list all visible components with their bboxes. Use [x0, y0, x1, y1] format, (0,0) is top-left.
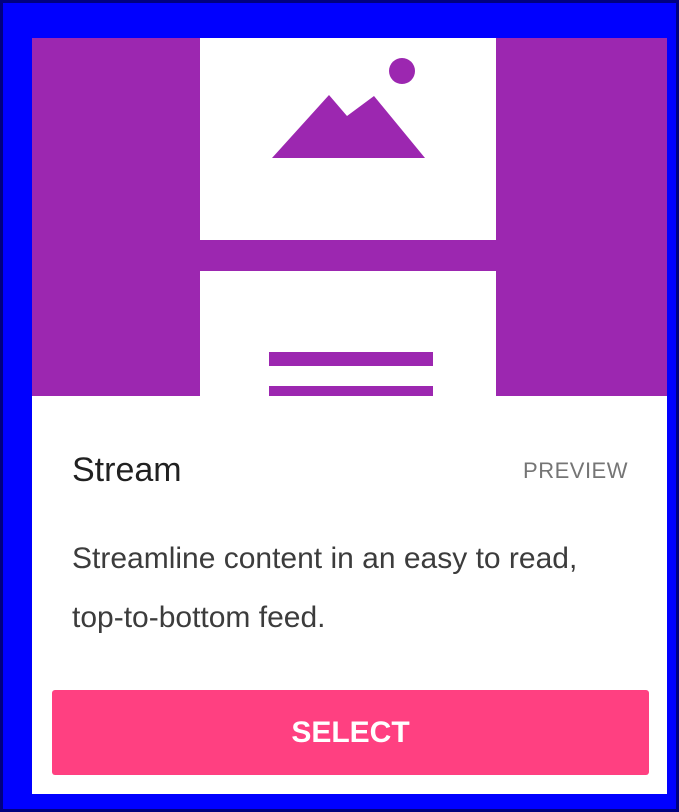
layout-card: Stream PREVIEW Streamline content in an … [32, 38, 667, 794]
screenshot-frame: Stream PREVIEW Streamline content in an … [0, 0, 679, 812]
card-hero [32, 38, 667, 396]
card-description: Streamline content in an easy to read, t… [72, 542, 578, 634]
select-button[interactable]: SELECT [52, 690, 649, 775]
card-title: Stream [72, 451, 182, 489]
text-post-panel [200, 271, 496, 396]
card-content: Stream PREVIEW Streamline content in an … [32, 396, 667, 794]
stream-illustration [200, 38, 496, 396]
preview-link[interactable]: PREVIEW [523, 458, 628, 484]
